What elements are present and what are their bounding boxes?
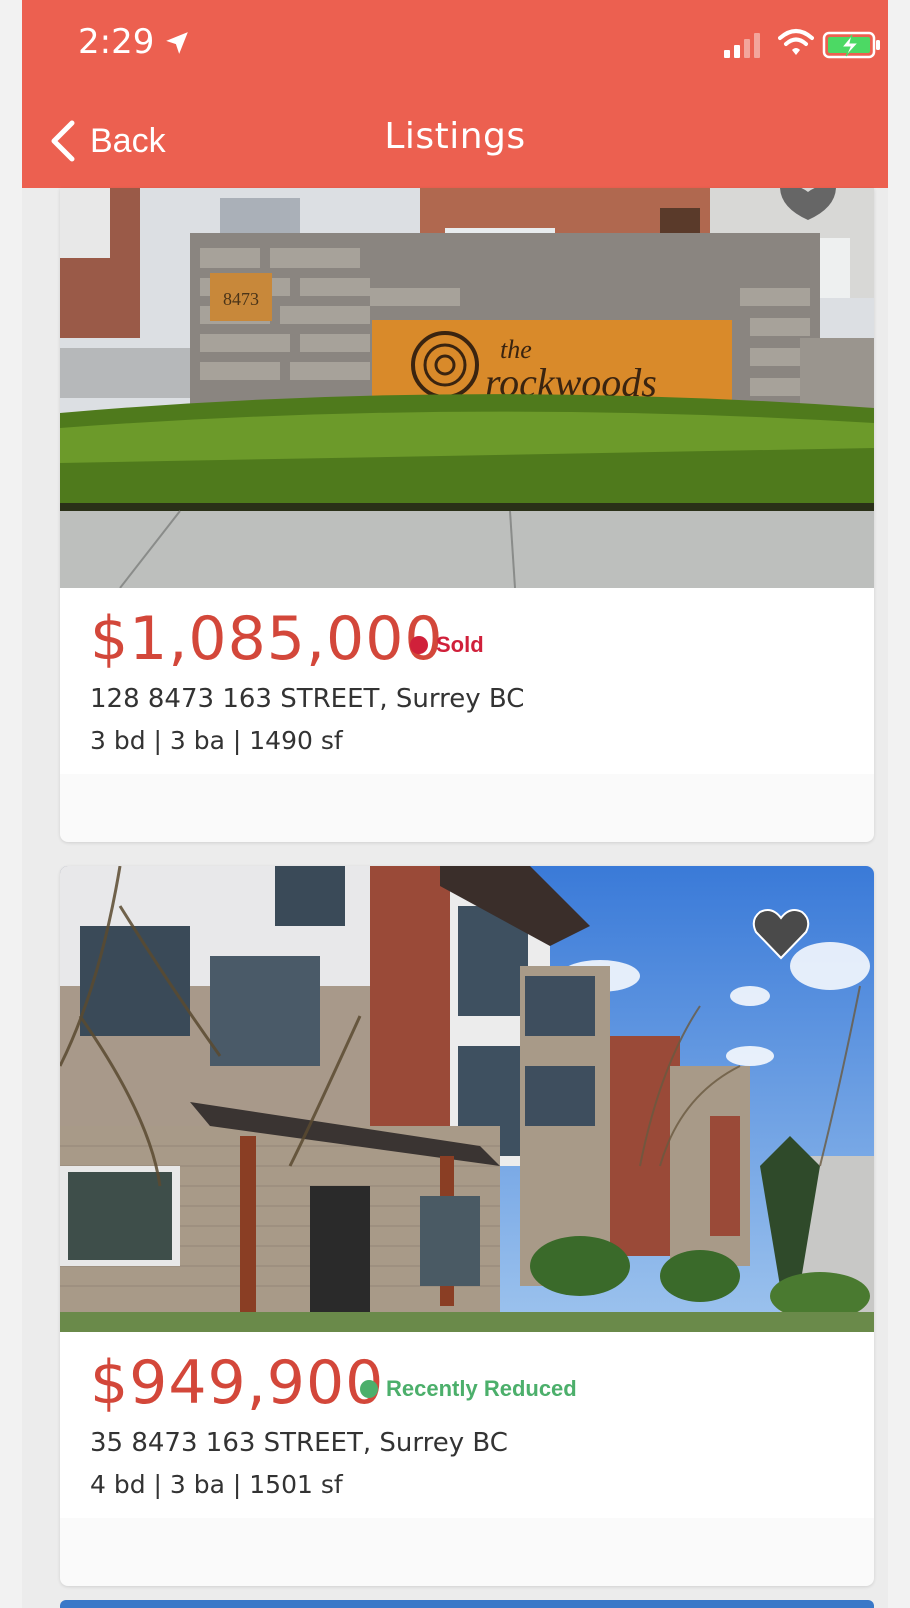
listing-price: $949,900 bbox=[90, 1348, 385, 1418]
app-screen: 2:29 Back Listings 8473 the rockwoods $1… bbox=[22, 0, 888, 1608]
listing-card[interactable]: $949,900 Recently Reduced 35 8473 163 ST… bbox=[60, 866, 874, 1586]
cellular-signal-icon bbox=[724, 33, 760, 58]
listing-info: $1,085,000 Sold 128 8473 163 STREET, Sur… bbox=[60, 588, 874, 774]
status-time: 2:29 bbox=[78, 22, 155, 62]
status-label: Recently Reduced bbox=[386, 1376, 577, 1401]
status-dot bbox=[360, 1380, 378, 1398]
header-bar: 2:29 Back Listings bbox=[22, 0, 888, 188]
favorite-heart-icon[interactable] bbox=[750, 906, 812, 962]
sign-number: 8473 bbox=[223, 289, 259, 309]
property-photo-rockwoods-sign: 8473 the rockwoods bbox=[60, 188, 874, 588]
wifi-icon bbox=[778, 29, 814, 55]
listing-photo[interactable]: 8473 the rockwoods bbox=[60, 188, 874, 588]
status-label: Sold bbox=[436, 632, 484, 657]
location-arrow-icon bbox=[166, 32, 188, 54]
listing-address: 128 8473 163 STREET, Surrey BC bbox=[90, 684, 525, 714]
status-dot bbox=[410, 636, 428, 654]
listing-specs: 4 bd | 3 ba | 1501 sf bbox=[90, 1470, 343, 1499]
battery-charging-icon bbox=[822, 31, 880, 59]
page-title: Listings bbox=[384, 116, 526, 157]
listing-info: $949,900 Recently Reduced 35 8473 163 ST… bbox=[60, 1332, 874, 1518]
listing-price: $1,085,000 bbox=[90, 604, 444, 674]
listing-address: 35 8473 163 STREET, Surrey BC bbox=[90, 1428, 508, 1458]
listing-specs: 3 bd | 3 ba | 1490 sf bbox=[90, 726, 343, 755]
status-badge: Sold bbox=[410, 632, 484, 658]
status-badge: Recently Reduced bbox=[360, 1376, 577, 1402]
listing-card[interactable]: 8473 the rockwoods $1,085,000 Sold 128 8… bbox=[60, 188, 874, 842]
favorite-heart-icon[interactable] bbox=[750, 188, 812, 238]
next-listing-photo-peek[interactable] bbox=[60, 1600, 874, 1608]
